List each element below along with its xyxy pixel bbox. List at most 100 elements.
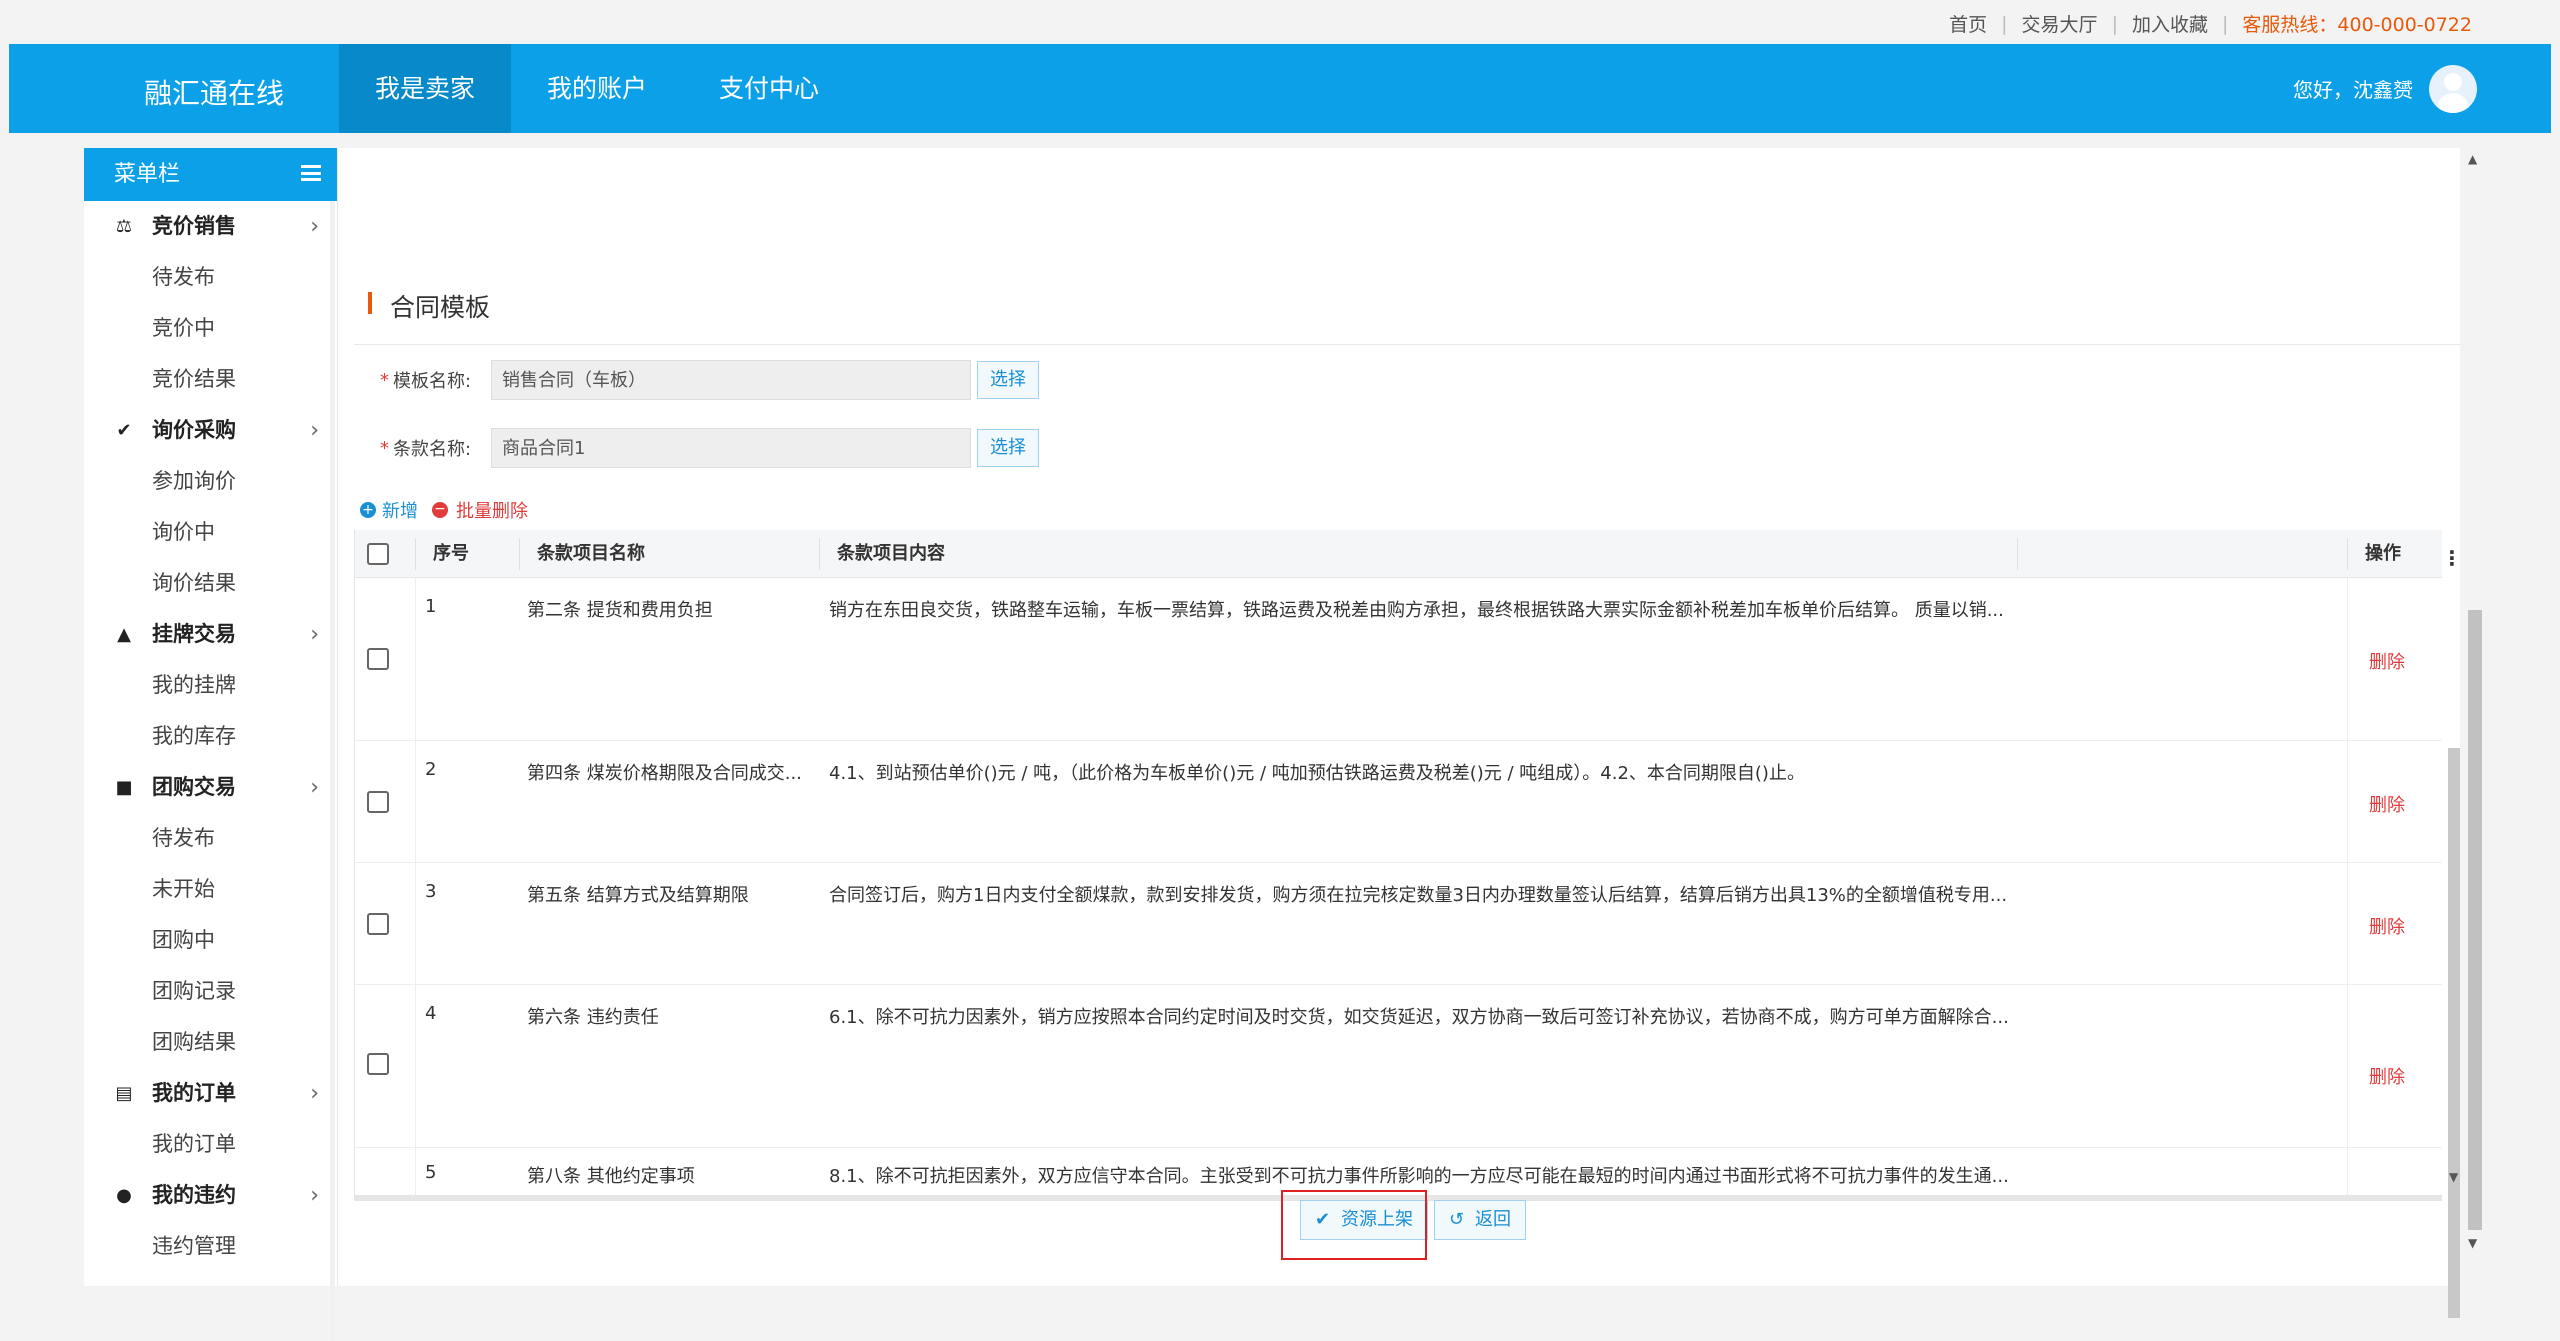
column-separator — [819, 538, 820, 570]
sidebar-group-label: 我的订单 — [152, 1081, 236, 1105]
page-scrollbar-thumb[interactable] — [2468, 610, 2482, 1230]
scroll-up-icon[interactable]: ▲ — [2468, 152, 2477, 166]
column-line — [2347, 1148, 2348, 1195]
column-settings-icon[interactable]: ⋮ — [2442, 546, 2462, 570]
sidebar-item-my-orders[interactable]: 我的订单 — [84, 1119, 337, 1170]
clause-name-row: * 条款名称: 商品合同1 选择 — [380, 428, 1039, 468]
sidebar-item-bidding[interactable]: 竞价中 — [84, 303, 337, 354]
sidebar-item-my-inventory[interactable]: 我的库存 — [84, 711, 337, 762]
avatar-body-icon — [2437, 93, 2469, 113]
sidebar-item-default-management[interactable]: 违约管理 — [84, 1221, 337, 1272]
divider — [354, 344, 2460, 345]
template-name-field: 销售合同（车板） — [491, 360, 971, 400]
sidebar-group-my-defaults[interactable]: ● 我的违约 › — [84, 1170, 337, 1221]
required-marker: * — [380, 369, 389, 391]
home-link[interactable]: 首页 — [1949, 10, 1987, 37]
batch-delete-label: 批量删除 — [456, 501, 528, 522]
trading-hall-link[interactable]: 交易大厅 — [2022, 10, 2098, 37]
table-row: 4 第六条 违约责任 6.1、除不可抗力因素外，销方应按照本合同约定时间及时交货… — [355, 985, 2442, 1148]
add-favorite-link[interactable]: 加入收藏 — [2132, 10, 2208, 37]
batch-delete-button[interactable]: − 批量删除 — [432, 497, 528, 523]
nav-payment-center[interactable]: 支付中心 — [683, 44, 855, 133]
avatar[interactable] — [2429, 65, 2477, 113]
hotline-text: 客服热线：400-000-0722 — [2242, 14, 2472, 36]
select-clause-button[interactable]: 选择 — [977, 429, 1039, 467]
sidebar-item-inquiry-result[interactable]: 询价结果 — [84, 558, 337, 609]
site-logo[interactable]: 融汇通在线 — [144, 72, 284, 112]
sidebar-group-inquiry-purchase[interactable]: ✔ 询价采购 › — [84, 405, 337, 456]
table-row: 1 第二条 提货和费用负担 销方在东田良交货，铁路整车运输，车板一票结算，铁路运… — [355, 578, 2442, 741]
row-delete-button[interactable]: 删除 — [2369, 1063, 2405, 1089]
column-separator — [415, 538, 416, 570]
row-checkbox[interactable] — [367, 791, 389, 813]
row-index: 3 — [425, 881, 437, 902]
sidebar-scrollbar[interactable] — [330, 201, 335, 1341]
column-line — [415, 985, 416, 1147]
row-index: 4 — [425, 1003, 437, 1024]
column-line — [2347, 578, 2348, 740]
scroll-down-icon[interactable]: ▼ — [2468, 1236, 2477, 1250]
hamburger-menu-icon[interactable] — [301, 165, 321, 181]
sidebar-item-gb-records[interactable]: 团购记录 — [84, 966, 337, 1017]
row-index: 5 — [425, 1162, 437, 1183]
chevron-right-icon: › — [310, 1081, 319, 1106]
column-separator — [2017, 538, 2018, 570]
row-delete-button[interactable]: 删除 — [2369, 913, 2405, 939]
sidebar-group-listing-trade[interactable]: ▲ 挂牌交易 › — [84, 609, 337, 660]
row-clause-name: 第六条 违约责任 — [527, 1007, 659, 1028]
header-name: 条款项目名称 — [537, 543, 645, 564]
header-content: 条款项目内容 — [837, 543, 945, 564]
sidebar-item-inquiring[interactable]: 询价中 — [84, 507, 337, 558]
column-line — [415, 578, 416, 740]
sidebar-item-gb-not-started[interactable]: 未开始 — [84, 864, 337, 915]
sidebar-group-label: 竞价销售 — [152, 214, 236, 238]
minus-circle-icon: − — [432, 502, 448, 518]
row-checkbox[interactable] — [367, 1053, 389, 1075]
avatar-head-icon — [2444, 73, 2462, 91]
clause-table: 序号 条款项目名称 条款项目内容 操作 1 第二条 提货和费用负担 销方在东田良… — [354, 530, 2442, 1195]
table-scroll-down-icon[interactable]: ▼ — [2449, 1170, 2458, 1184]
required-marker: * — [380, 437, 389, 459]
row-index: 2 — [425, 759, 437, 780]
row-delete-button[interactable]: 删除 — [2369, 791, 2405, 817]
table-row: 5 第八条 其他约定事项 8.1、除不可抗拒因素外，双方应信守本合同。主张受到不… — [355, 1148, 2442, 1195]
graduation-cap-icon: ▲ — [117, 624, 131, 645]
sidebar-header: 菜单栏 — [84, 148, 337, 201]
row-checkbox[interactable] — [367, 648, 389, 670]
sidebar-group-my-orders[interactable]: ▤ 我的订单 › — [84, 1068, 337, 1119]
nav-my-account[interactable]: 我的账户 — [511, 44, 683, 133]
row-clause-content: 合同签订后，购方1日内支付全额煤款，款到安排发货，购方须在拉完核定数量3日内办理… — [829, 885, 2008, 906]
select-template-button[interactable]: 选择 — [977, 361, 1039, 399]
user-greeting[interactable]: 您好，沈鑫赟 — [2293, 74, 2413, 103]
sidebar-item-bidding-result[interactable]: 竞价结果 — [84, 354, 337, 405]
back-button[interactable]: ↺ 返回 — [1434, 1200, 1526, 1240]
table-scrollbar-thumb[interactable] — [2448, 748, 2460, 1318]
row-clause-content: 4.1、到站预估单价()元 / 吨，（此价格为车板单价()元 / 吨加预估铁路运… — [829, 763, 1805, 784]
column-line — [2347, 985, 2348, 1147]
clause-name-field: 商品合同1 — [491, 428, 971, 468]
check-circle-icon: ✔ — [116, 420, 132, 441]
chevron-right-icon: › — [310, 214, 319, 239]
row-checkbox[interactable] — [367, 913, 389, 935]
row-clause-name: 第五条 结算方式及结算期限 — [527, 885, 749, 906]
row-delete-button[interactable]: 删除 — [2369, 648, 2405, 674]
sidebar-item-pending-publish[interactable]: 待发布 — [84, 252, 337, 303]
column-separator — [519, 538, 520, 570]
table-actions: + 新增 − 批量删除 — [360, 497, 528, 523]
page-scrollbar[interactable]: ▲ ▼ — [2464, 150, 2484, 1260]
sidebar-item-my-listing[interactable]: 我的挂牌 — [84, 660, 337, 711]
select-all-checkbox[interactable] — [367, 543, 389, 565]
sidebar-item-gb-pending[interactable]: 待发布 — [84, 813, 337, 864]
main-nav: 我是卖家 我的账户 支付中心 — [339, 44, 855, 133]
add-button[interactable]: + 新增 — [360, 497, 418, 523]
top-links: 首页 | 交易大厅 | 加入收藏 | 客服热线：400-000-0722 — [1949, 10, 2472, 37]
section-title-contract-template: 合同模板 — [368, 288, 490, 324]
sidebar-item-gb-active[interactable]: 团购中 — [84, 915, 337, 966]
sidebar-item-gb-results[interactable]: 团购结果 — [84, 1017, 337, 1068]
sidebar-group-bidding-sales[interactable]: ⚖ 竞价销售 › — [84, 201, 337, 252]
row-clause-name: 第四条 煤炭价格期限及合同成交... — [527, 763, 802, 784]
nav-seller[interactable]: 我是卖家 — [339, 44, 512, 133]
header-action: 操作 — [2365, 543, 2401, 564]
sidebar-group-group-buy[interactable]: ■ 团购交易 › — [84, 762, 337, 813]
sidebar-item-join-inquiry[interactable]: 参加询价 — [84, 456, 337, 507]
